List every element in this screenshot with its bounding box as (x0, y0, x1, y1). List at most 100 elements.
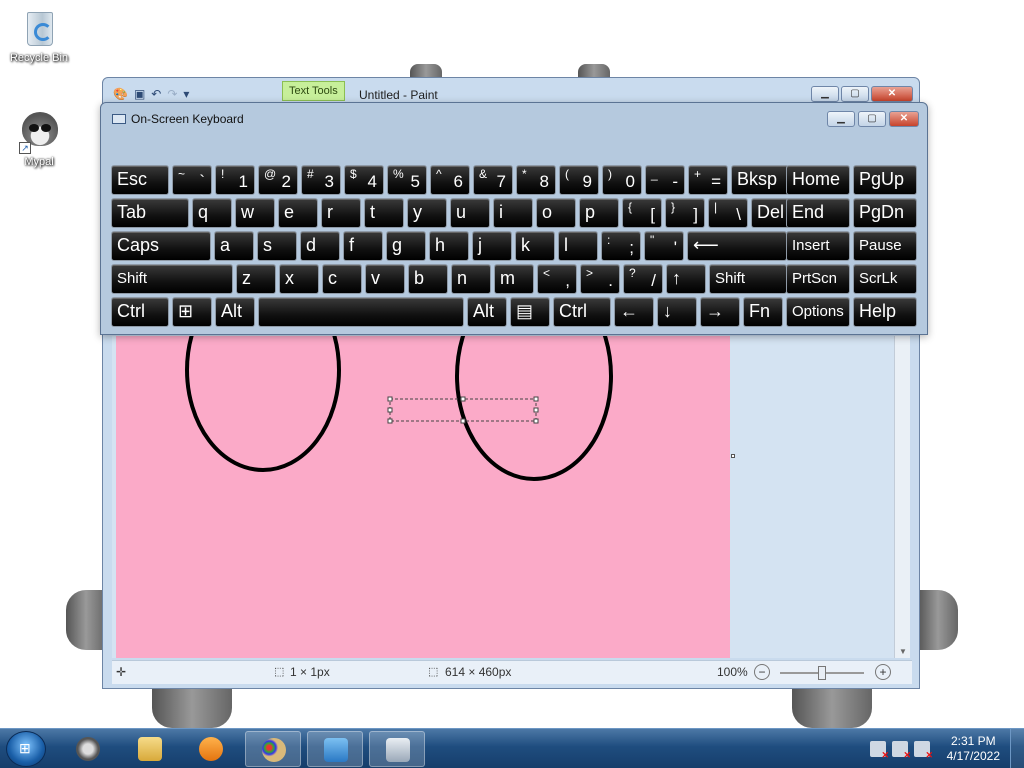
key-pgdn[interactable]: PgDn (853, 198, 917, 228)
zoom-out-button[interactable]: − (754, 664, 770, 680)
taskbar-mypal[interactable] (60, 731, 116, 767)
key-r1k11[interactable]: {[ (622, 198, 662, 228)
show-desktop-button[interactable] (1010, 729, 1024, 768)
key-r3k11[interactable]: ↑ (666, 264, 706, 294)
taskbar-media-player[interactable] (183, 731, 239, 767)
key-l[interactable]: l (558, 231, 598, 261)
key-a[interactable]: a (214, 231, 254, 261)
paint-canvas[interactable] (116, 336, 730, 658)
key-c[interactable]: c (322, 264, 362, 294)
key-alt[interactable]: Alt (215, 297, 255, 327)
key-2[interactable]: @2 (258, 165, 298, 195)
key-s[interactable]: s (257, 231, 297, 261)
key-i[interactable]: i (493, 198, 533, 228)
canvas-resize-handle[interactable] (731, 454, 735, 458)
desktop-icon-mypal[interactable]: ↗ Mypal (4, 110, 74, 168)
key-1[interactable]: ! 1 (215, 165, 255, 195)
osk-minimize-button[interactable]: ▁ (827, 111, 855, 127)
scroll-down-arrow-icon[interactable]: ▼ (899, 647, 907, 656)
desktop-icon-recycle-bin[interactable]: Recycle Bin (4, 6, 74, 64)
key-k[interactable]: k (515, 231, 555, 261)
osk-close-button[interactable]: ✕ (889, 111, 919, 127)
key-9[interactable]: (9 (559, 165, 599, 195)
key-r4k9[interactable]: → (700, 297, 740, 327)
taskbar-explorer[interactable] (122, 731, 178, 767)
key-6[interactable]: ^ 6 (430, 165, 470, 195)
zoom-in-button[interactable]: + (875, 664, 891, 680)
key-r4k7[interactable]: ← (614, 297, 654, 327)
key-j[interactable]: j (472, 231, 512, 261)
paint-app-icon[interactable]: 🎨 (113, 87, 128, 101)
key-options[interactable]: Options (786, 297, 850, 327)
key-space[interactable] (258, 297, 464, 327)
key-end[interactable]: End (786, 198, 850, 228)
key-r0k1[interactable]: ~ ` (172, 165, 212, 195)
key-r2k10[interactable]: :; (601, 231, 641, 261)
network-icon[interactable] (892, 741, 911, 761)
key-3[interactable]: #3 (301, 165, 341, 195)
customize-qat-icon[interactable]: ▾ (183, 87, 189, 101)
key-shift[interactable]: Shift (111, 264, 233, 294)
key-h[interactable]: h (429, 231, 469, 261)
key-r2k11[interactable]: " ' (644, 231, 684, 261)
key-r4k5[interactable]: ▤ (510, 297, 550, 327)
taskbar-paint[interactable] (245, 731, 301, 767)
key-r4k1[interactable]: ⊞ (172, 297, 212, 327)
key-p[interactable]: p (579, 198, 619, 228)
key-home[interactable]: Home (786, 165, 850, 195)
key-x[interactable]: x (279, 264, 319, 294)
key-w[interactable]: w (235, 198, 275, 228)
key-8[interactable]: * 8 (516, 165, 556, 195)
redo-icon[interactable]: ↷ (167, 87, 177, 101)
zoom-slider-thumb[interactable] (818, 666, 826, 680)
key-r3k9[interactable]: >. (580, 264, 620, 294)
minimize-button[interactable]: ▁ (811, 86, 839, 102)
key-help[interactable]: Help (853, 297, 917, 327)
key-e[interactable]: e (278, 198, 318, 228)
key-alt[interactable]: Alt (467, 297, 507, 327)
clock[interactable]: 2:31 PM 4/17/2022 (947, 734, 1000, 764)
key-pause[interactable]: Pause (853, 231, 917, 261)
undo-icon[interactable]: ↶ (151, 87, 161, 101)
key-v[interactable]: v (365, 264, 405, 294)
key-r[interactable]: r (321, 198, 361, 228)
key-caps[interactable]: Caps (111, 231, 211, 261)
key-tab[interactable]: Tab (111, 198, 189, 228)
key-prtscn[interactable]: PrtScn (786, 264, 850, 294)
key-ctrl[interactable]: Ctrl (553, 297, 611, 327)
key-insert[interactable]: Insert (786, 231, 850, 261)
vertical-scrollbar[interactable]: ▼ (894, 336, 910, 658)
zoom-slider[interactable] (780, 666, 864, 680)
taskbar-on-screen-keyboard[interactable] (369, 731, 425, 767)
key-n[interactable]: n (451, 264, 491, 294)
key-0[interactable]: ) 0 (602, 165, 642, 195)
close-button[interactable]: ✕ (871, 86, 913, 102)
text-tools-context-tab[interactable]: Text Tools (282, 81, 345, 101)
key-4[interactable]: $4 (344, 165, 384, 195)
action-center-flag-icon[interactable] (870, 741, 889, 761)
key-u[interactable]: u (450, 198, 490, 228)
key-r1k12[interactable]: }] (665, 198, 705, 228)
key-b[interactable]: b (408, 264, 448, 294)
key-r2k12[interactable]: ⟵ (687, 231, 787, 261)
key-7[interactable]: & 7 (473, 165, 513, 195)
key-5[interactable]: % 5 (387, 165, 427, 195)
key-r0k13[interactable]: + = (688, 165, 728, 195)
key-o[interactable]: o (536, 198, 576, 228)
osk-maximize-button[interactable]: ▢ (858, 111, 886, 127)
key-pgup[interactable]: PgUp (853, 165, 917, 195)
key-g[interactable]: g (386, 231, 426, 261)
key-f[interactable]: f (343, 231, 383, 261)
key-r0k12[interactable]: _ - (645, 165, 685, 195)
key-y[interactable]: y (407, 198, 447, 228)
key-r3k10[interactable]: ? / (623, 264, 663, 294)
save-icon[interactable]: ▣ (134, 87, 145, 101)
key-del[interactable]: Del (751, 198, 791, 228)
key-ctrl[interactable]: Ctrl (111, 297, 169, 327)
key-scrlk[interactable]: ScrLk (853, 264, 917, 294)
volume-icon[interactable] (914, 741, 933, 761)
key-fn[interactable]: Fn (743, 297, 783, 327)
key-r1k13[interactable]: | \ (708, 198, 748, 228)
key-m[interactable]: m (494, 264, 534, 294)
key-bksp[interactable]: Bksp (731, 165, 789, 195)
